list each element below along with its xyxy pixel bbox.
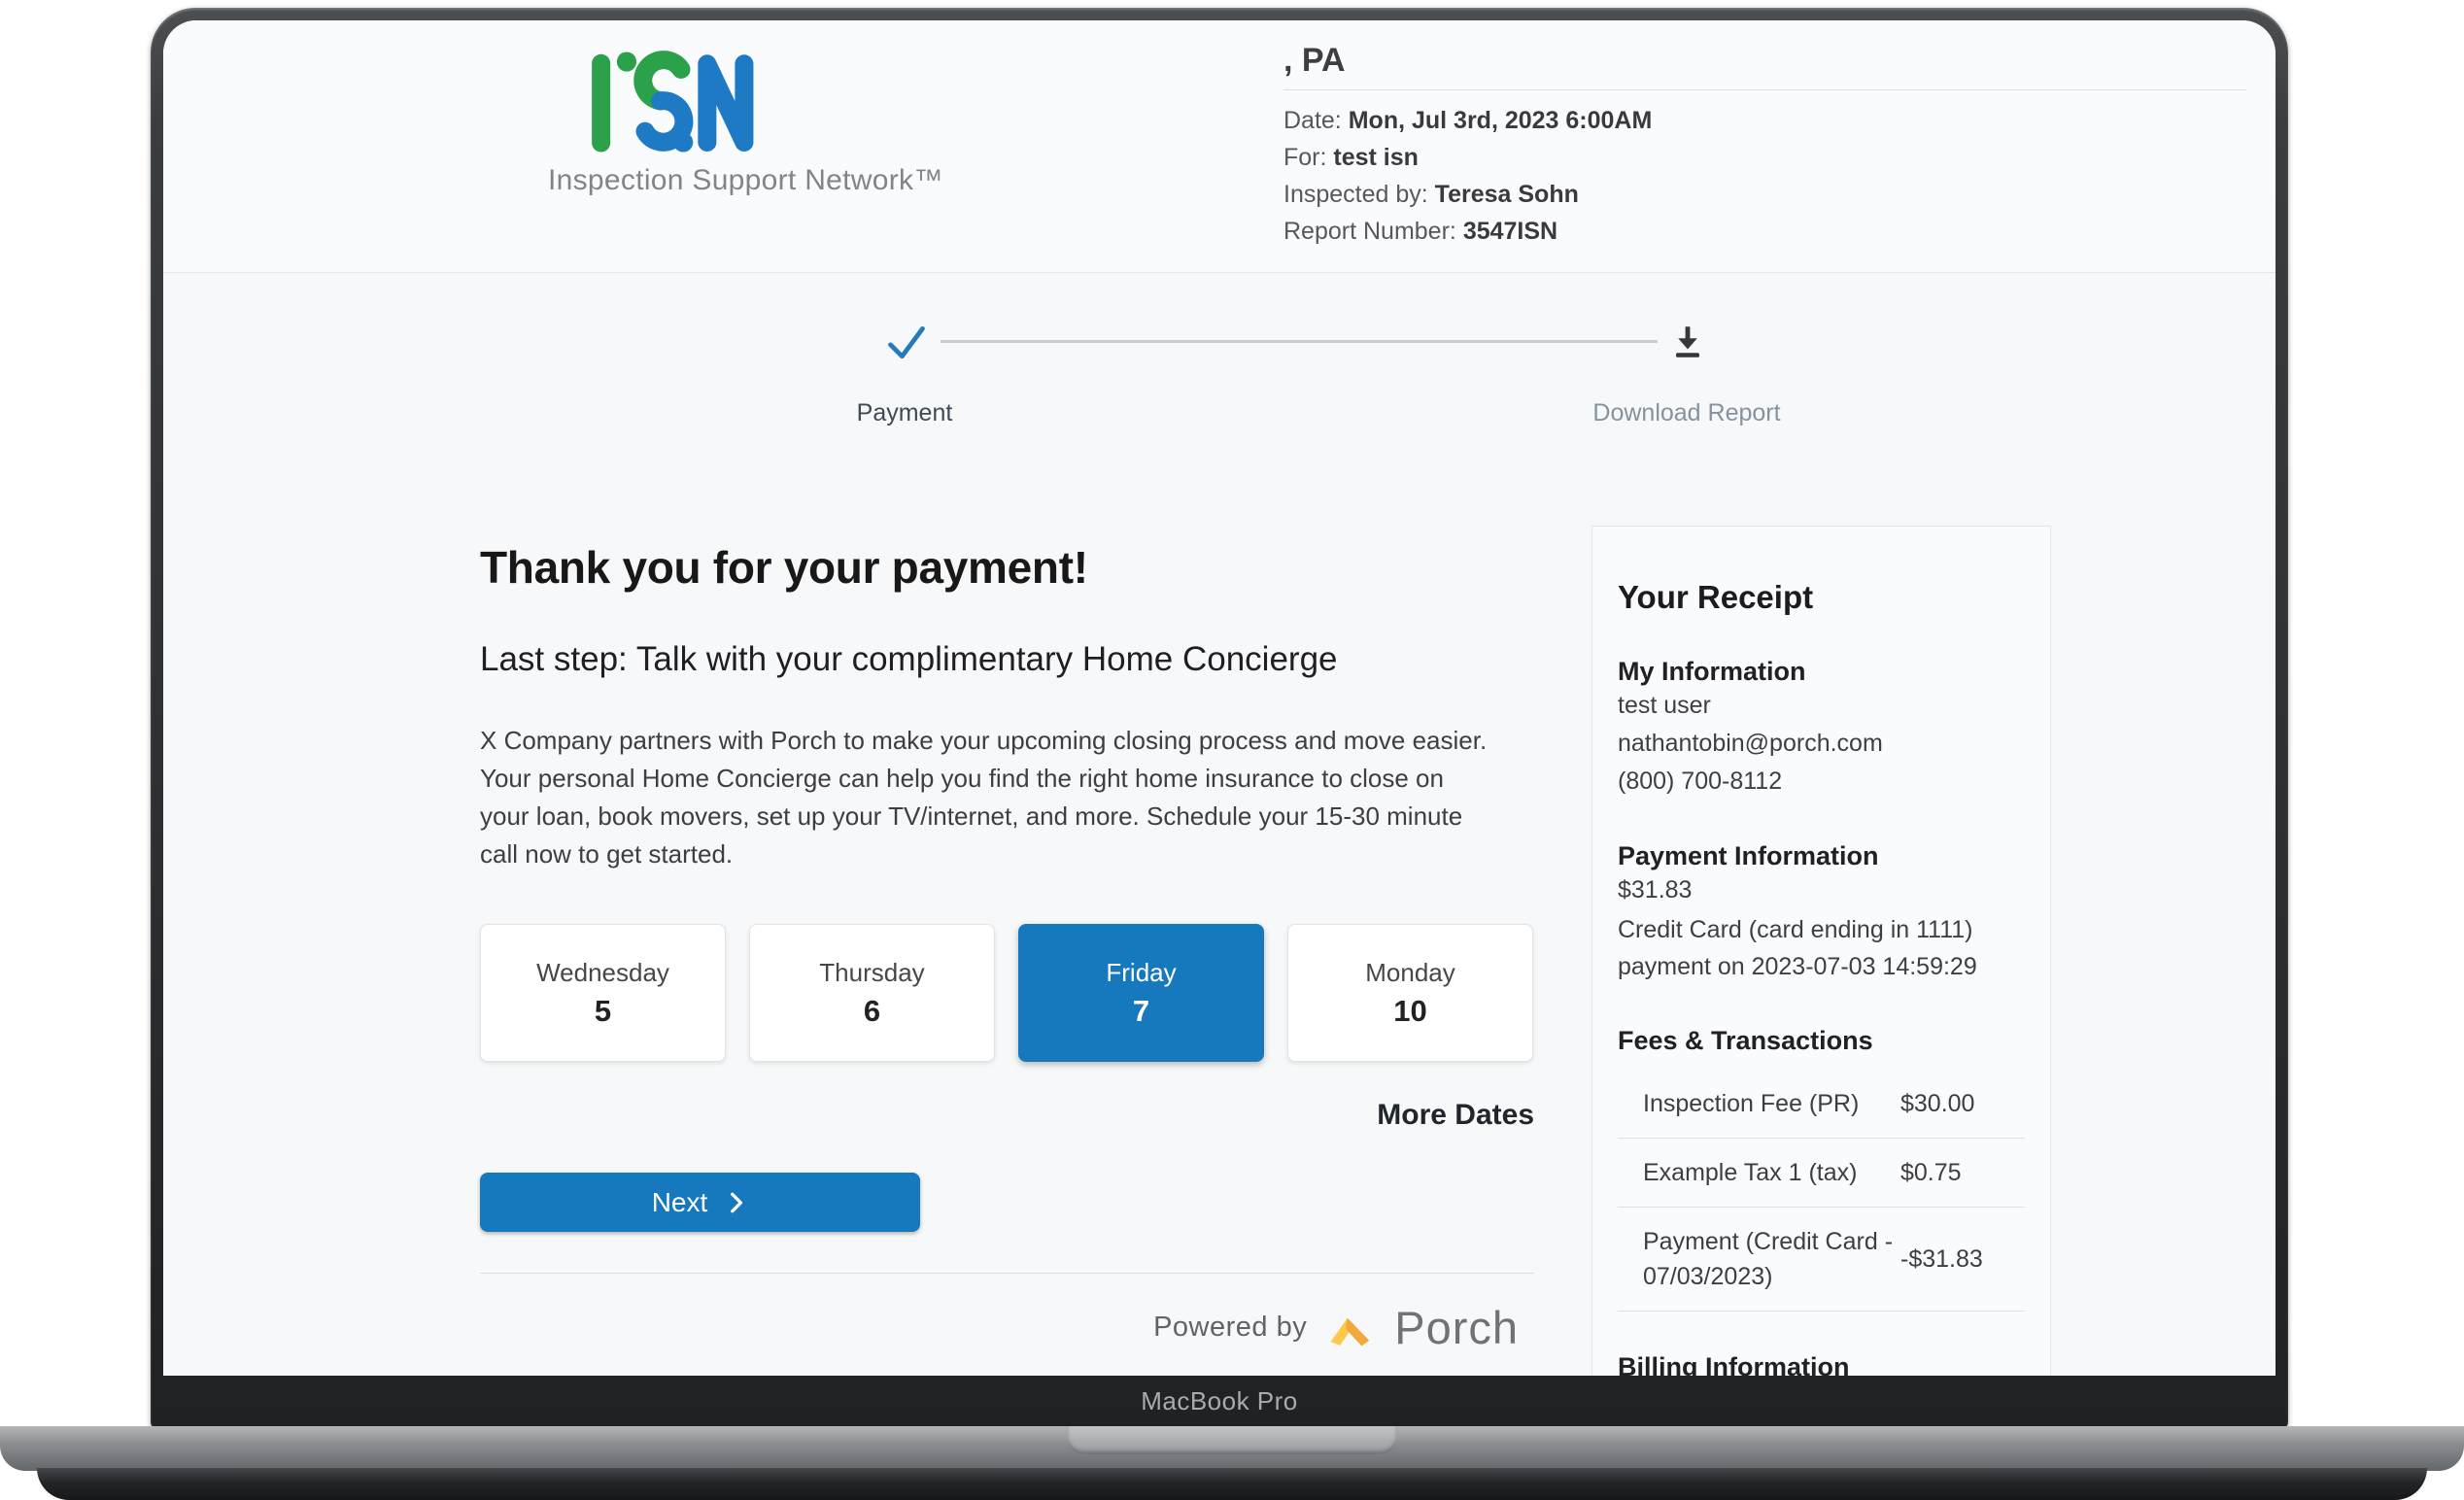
date-card-thursday-6[interactable]: Thursday 6 [749, 924, 995, 1062]
section-heading: Fees & Transactions [1618, 1026, 2025, 1056]
site-header: Inspection Support Network™ , PA Date: M… [163, 20, 2276, 273]
download-icon [1670, 324, 1705, 360]
fee-label: Example Tax 1 (tax) [1618, 1155, 1900, 1190]
powered-by-row: Powered by Porch [480, 1301, 1534, 1354]
stepper-line [941, 340, 1658, 343]
page-subtitle: Last step: Talk with your complimentary … [480, 640, 1534, 679]
payment-description: Credit Card (card ending in 1111) paymen… [1618, 911, 2025, 985]
receipt-my-information: My Information test user nathantobin@por… [1618, 657, 2025, 801]
laptop-lid: Inspection Support Network™ , PA Date: M… [151, 8, 2288, 1428]
logo-block: Inspection Support Network™ [548, 48, 956, 197]
property-row-label: Report Number: [1283, 218, 1456, 245]
date-card-number: 5 [595, 994, 611, 1029]
device-label: MacBook Pro [151, 1381, 2288, 1420]
date-card-wednesday-5[interactable]: Wednesday 5 [480, 924, 726, 1062]
powered-by-label: Powered by [1153, 1312, 1307, 1344]
check-icon [885, 322, 928, 364]
date-card-number: 7 [1133, 994, 1149, 1029]
step-label-payment: Payment [798, 399, 1011, 427]
fee-amount: -$31.83 [1900, 1245, 2025, 1274]
main-divider [480, 1273, 1534, 1274]
payment-amount: $31.83 [1618, 871, 2025, 909]
fees-table: Inspection Fee (PR) $30.00 Example Tax 1… [1618, 1070, 2025, 1312]
receipt-payment-information: Payment Information $31.83 Credit Card (… [1618, 841, 2025, 985]
date-card-friday-7-selected[interactable]: Friday 7 [1018, 924, 1264, 1062]
chevron-right-icon [723, 1190, 748, 1215]
fee-label: Payment (Credit Card - 07/03/2023) [1618, 1224, 1900, 1294]
laptop-mockup: Inspection Support Network™ , PA Date: M… [0, 0, 2464, 1500]
main-content: Thank you for your payment! Last step: T… [480, 541, 1534, 1354]
porch-roof-icon [1328, 1309, 1373, 1347]
fee-amount: $0.75 [1900, 1159, 2025, 1187]
section-heading: My Information [1618, 657, 2025, 687]
page-title: Thank you for your payment! [480, 541, 1534, 594]
property-row-value: Mon, Jul 3rd, 2023 6:00AM [1349, 107, 1653, 134]
porch-wordmark: Porch [1394, 1301, 1519, 1354]
date-picker: Wednesday 5 Thursday 6 Friday 7 Monday 1… [480, 924, 1534, 1062]
receipt-billing-information: Billing Information 331 Lentz St, Jeanne… [1618, 1352, 2025, 1376]
more-dates-link[interactable]: More Dates [480, 1099, 1534, 1132]
laptop-base [0, 1426, 2464, 1471]
intro-paragraph: X Company partners with Porch to make yo… [480, 722, 1495, 873]
table-row-payment: Payment (Credit Card - 07/03/2023) -$31.… [1618, 1208, 2025, 1312]
section-heading: Payment Information [1618, 841, 2025, 871]
date-card-number: 6 [864, 994, 880, 1029]
property-row-inspected-by: Inspected by: Teresa Sohn [1283, 176, 2246, 213]
table-row-example-tax: Example Tax 1 (tax) $0.75 [1618, 1139, 2025, 1208]
property-row-value: 3547ISN [1463, 218, 1557, 245]
property-row-label: Date: [1283, 107, 1342, 134]
property-info: , PA Date: Mon, Jul 3rd, 2023 6:00AM For… [1283, 42, 2276, 250]
next-button[interactable]: Next [480, 1173, 920, 1232]
property-row-report-number: Report Number: 3547ISN [1283, 213, 2246, 250]
receipt-title: Your Receipt [1618, 579, 2025, 616]
receipt-panel: Your Receipt My Information test user na… [1591, 526, 2051, 1376]
property-row-value: test isn [1333, 144, 1419, 171]
property-row-label: For: [1283, 144, 1326, 171]
progress-stepper: Payment Download Report [843, 322, 1815, 438]
date-card-day: Friday [1106, 958, 1176, 988]
table-row-inspection-fee: Inspection Fee (PR) $30.00 [1618, 1070, 2025, 1139]
property-row-date: Date: Mon, Jul 3rd, 2023 6:00AM [1283, 102, 2246, 139]
customer-email: nathantobin@porch.com [1618, 725, 2025, 763]
receipt-fees-transactions: Fees & Transactions Inspection Fee (PR) … [1618, 1026, 2025, 1312]
property-title: , PA [1283, 42, 2246, 80]
next-button-label: Next [652, 1187, 708, 1218]
section-heading: Billing Information [1618, 1352, 2025, 1376]
property-row-value: Teresa Sohn [1435, 181, 1579, 208]
logo-tagline: Inspection Support Network™ [548, 164, 956, 197]
property-row-label: Inspected by: [1283, 181, 1428, 208]
property-divider [1283, 89, 2246, 90]
laptop-base-notch [1067, 1426, 1397, 1454]
date-card-day: Wednesday [536, 958, 669, 988]
fee-amount: $30.00 [1900, 1090, 2025, 1118]
fee-label: Inspection Fee (PR) [1618, 1086, 1900, 1121]
date-card-day: Monday [1365, 958, 1455, 988]
isn-logo-icon [585, 48, 760, 156]
date-card-number: 10 [1393, 994, 1426, 1029]
customer-name: test user [1618, 687, 2025, 725]
screen: Inspection Support Network™ , PA Date: M… [163, 20, 2276, 1376]
customer-phone: (800) 700-8112 [1618, 763, 2025, 801]
laptop-base-shadow [37, 1468, 2427, 1500]
step-label-download-report: Download Report [1580, 399, 1794, 427]
date-card-day: Thursday [819, 958, 924, 988]
property-row-for: For: test isn [1283, 139, 2246, 176]
date-card-monday-10[interactable]: Monday 10 [1287, 924, 1533, 1062]
